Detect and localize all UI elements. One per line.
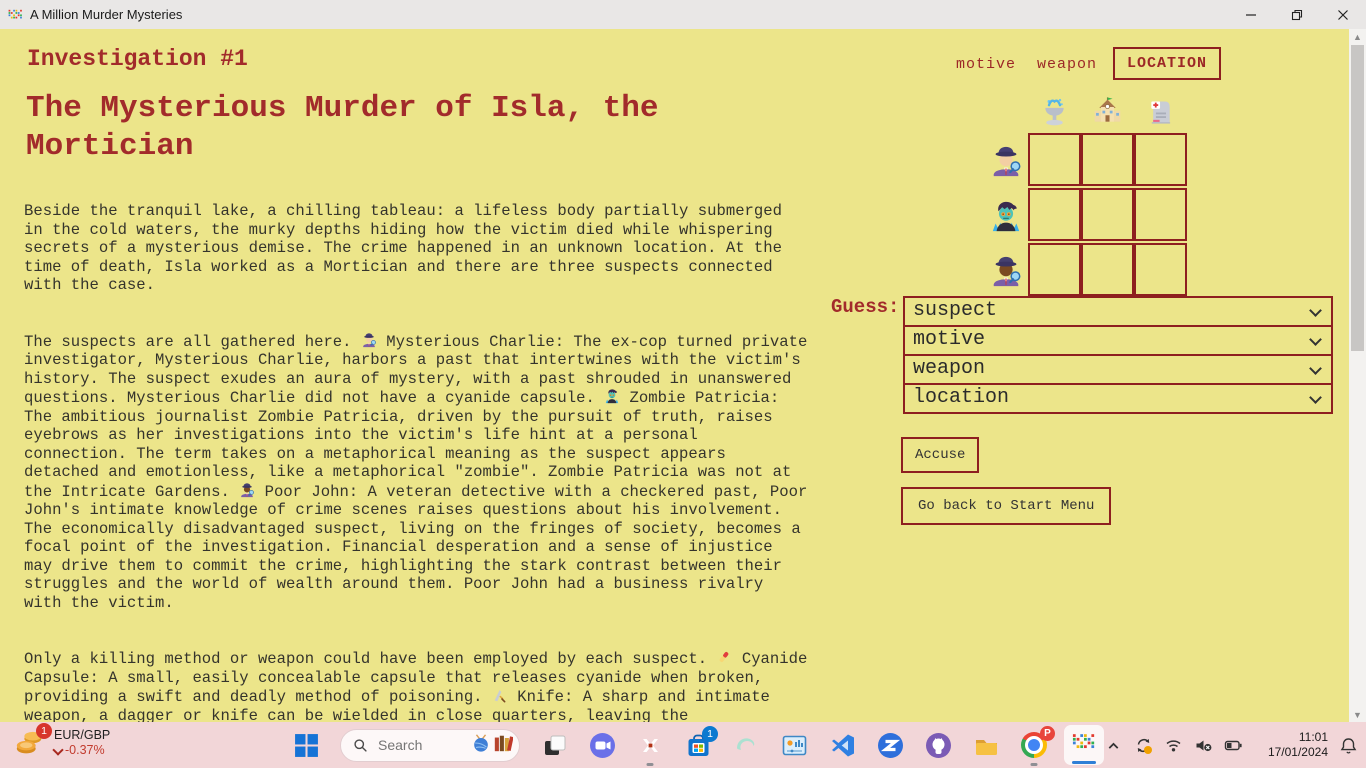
file-explorer-icon[interactable] <box>972 731 1000 759</box>
currency-change: -0.37% <box>65 743 105 758</box>
scroll-down-arrow[interactable]: ▼ <box>1349 707 1366 722</box>
search-icon <box>353 738 368 753</box>
display-settings-icon[interactable] <box>780 731 808 759</box>
story-paragraph: The suspects are all gathered here. Myst… <box>24 332 808 613</box>
story-paragraph: Only a killing method or weapon could ha… <box>24 649 808 725</box>
title-bar: A Million Murder Mysteries <box>0 0 1366 29</box>
pill-icon <box>716 649 732 664</box>
board-cell[interactable] <box>1028 133 1081 186</box>
z-app-icon[interactable] <box>876 731 904 759</box>
active-app-game-icon[interactable] <box>1064 725 1104 765</box>
edge-icon[interactable] <box>732 731 760 759</box>
weapon-select[interactable]: weapon <box>903 354 1333 385</box>
books-icon <box>493 733 513 758</box>
board-cell[interactable] <box>1081 188 1134 241</box>
tab-location[interactable]: LOCATION <box>1113 47 1221 80</box>
restore-button[interactable] <box>1274 0 1320 29</box>
tab-weapon[interactable]: weapon <box>1037 56 1097 73</box>
board-cell[interactable] <box>1081 133 1134 186</box>
guess-selects: suspect motive weapon location <box>903 296 1333 414</box>
running-indicator <box>1031 763 1038 766</box>
investigation-label: Investigation #1 <box>27 46 248 72</box>
system-tray: 11:01 17/01/2024 <box>1104 722 1358 768</box>
story: Beside the tranquil lake, a chilling tab… <box>24 202 808 762</box>
zombie-icon <box>984 188 1028 243</box>
vscode-icon[interactable] <box>828 731 856 759</box>
double-commander-icon[interactable] <box>636 731 664 759</box>
clue-board <box>984 91 1187 298</box>
board-cell[interactable] <box>1028 243 1081 296</box>
scroll-up-arrow[interactable]: ▲ <box>1349 29 1366 44</box>
search-input[interactable] <box>376 736 463 754</box>
hospital-icon <box>1134 91 1187 133</box>
active-indicator <box>1072 761 1096 764</box>
suspect-select[interactable]: suspect <box>903 296 1333 327</box>
close-button[interactable] <box>1320 0 1366 29</box>
notifications-bell-icon[interactable] <box>1339 736 1358 755</box>
board-cell[interactable] <box>1081 243 1134 296</box>
taskbar-center: 1 <box>292 725 1100 765</box>
time: 11:01 <box>1254 730 1328 745</box>
back-to-start-menu-button[interactable]: Go back to Start Menu <box>901 487 1111 525</box>
search-box[interactable] <box>340 729 520 762</box>
page-title: The Mysterious Murder of Isla, the Morti… <box>26 90 771 166</box>
app-window: A Million Murder Mysteries Investigation… <box>0 0 1366 768</box>
weather-stocks-widget[interactable]: 1 EUR/GBP -0.37% <box>14 726 110 760</box>
coins-icon: 1 <box>14 726 46 760</box>
scrollbar-thumb[interactable] <box>1351 45 1364 351</box>
board-cell[interactable] <box>1134 188 1187 241</box>
location-select[interactable]: location <box>903 383 1333 414</box>
chat-video-icon[interactable] <box>588 731 616 759</box>
down-arrow-icon <box>52 744 63 755</box>
detective-light-icon <box>984 133 1028 188</box>
widget-badge: 1 <box>36 723 52 739</box>
guess-label: Guess: <box>831 296 899 318</box>
taskbar: 1 EUR/GBP -0.37% <box>0 722 1366 768</box>
board-cell[interactable] <box>1028 188 1081 241</box>
motive-select[interactable]: motive <box>903 325 1333 356</box>
sync-icon[interactable] <box>1134 736 1153 755</box>
window-title: A Million Murder Mysteries <box>30 7 182 22</box>
board-cell[interactable] <box>1134 133 1187 186</box>
store-badge: 1 <box>702 726 718 742</box>
chrome-profile-badge: P <box>1040 726 1055 741</box>
date: 17/01/2024 <box>1254 745 1328 760</box>
clock[interactable]: 11:01 17/01/2024 <box>1254 730 1328 760</box>
wifi-icon[interactable] <box>1164 736 1183 755</box>
detective-light-icon <box>361 332 377 347</box>
story-paragraph: Beside the tranquil lake, a chilling tab… <box>24 202 808 295</box>
minimize-button[interactable] <box>1228 0 1274 29</box>
zombie-icon <box>604 388 620 403</box>
detective-dark-icon <box>239 482 255 497</box>
currency-pair: EUR/GBP <box>54 728 110 743</box>
board-cell[interactable] <box>1134 243 1187 296</box>
detective-dark-icon <box>984 243 1028 298</box>
fountain-icon <box>1028 91 1081 133</box>
running-indicator <box>647 763 654 766</box>
yarn-icon <box>471 733 491 758</box>
hidden-icons-chevron[interactable] <box>1104 736 1123 755</box>
tab-motive[interactable]: motive <box>956 56 1016 73</box>
github-icon[interactable] <box>924 731 952 759</box>
battery-icon[interactable] <box>1224 736 1243 755</box>
dagger-icon <box>492 687 508 702</box>
app-logo-icon <box>8 9 23 21</box>
game-logo-icon <box>1072 733 1096 757</box>
start-button[interactable] <box>292 731 320 759</box>
volume-muted-icon[interactable] <box>1194 736 1213 755</box>
microsoft-store-icon[interactable]: 1 <box>684 731 712 759</box>
chrome-icon[interactable]: P <box>1020 731 1048 759</box>
school-icon <box>1081 91 1134 133</box>
scrollbar: ▲ ▼ <box>1349 29 1366 722</box>
accuse-button[interactable]: Accuse <box>901 437 979 473</box>
task-view-button[interactable] <box>540 731 568 759</box>
